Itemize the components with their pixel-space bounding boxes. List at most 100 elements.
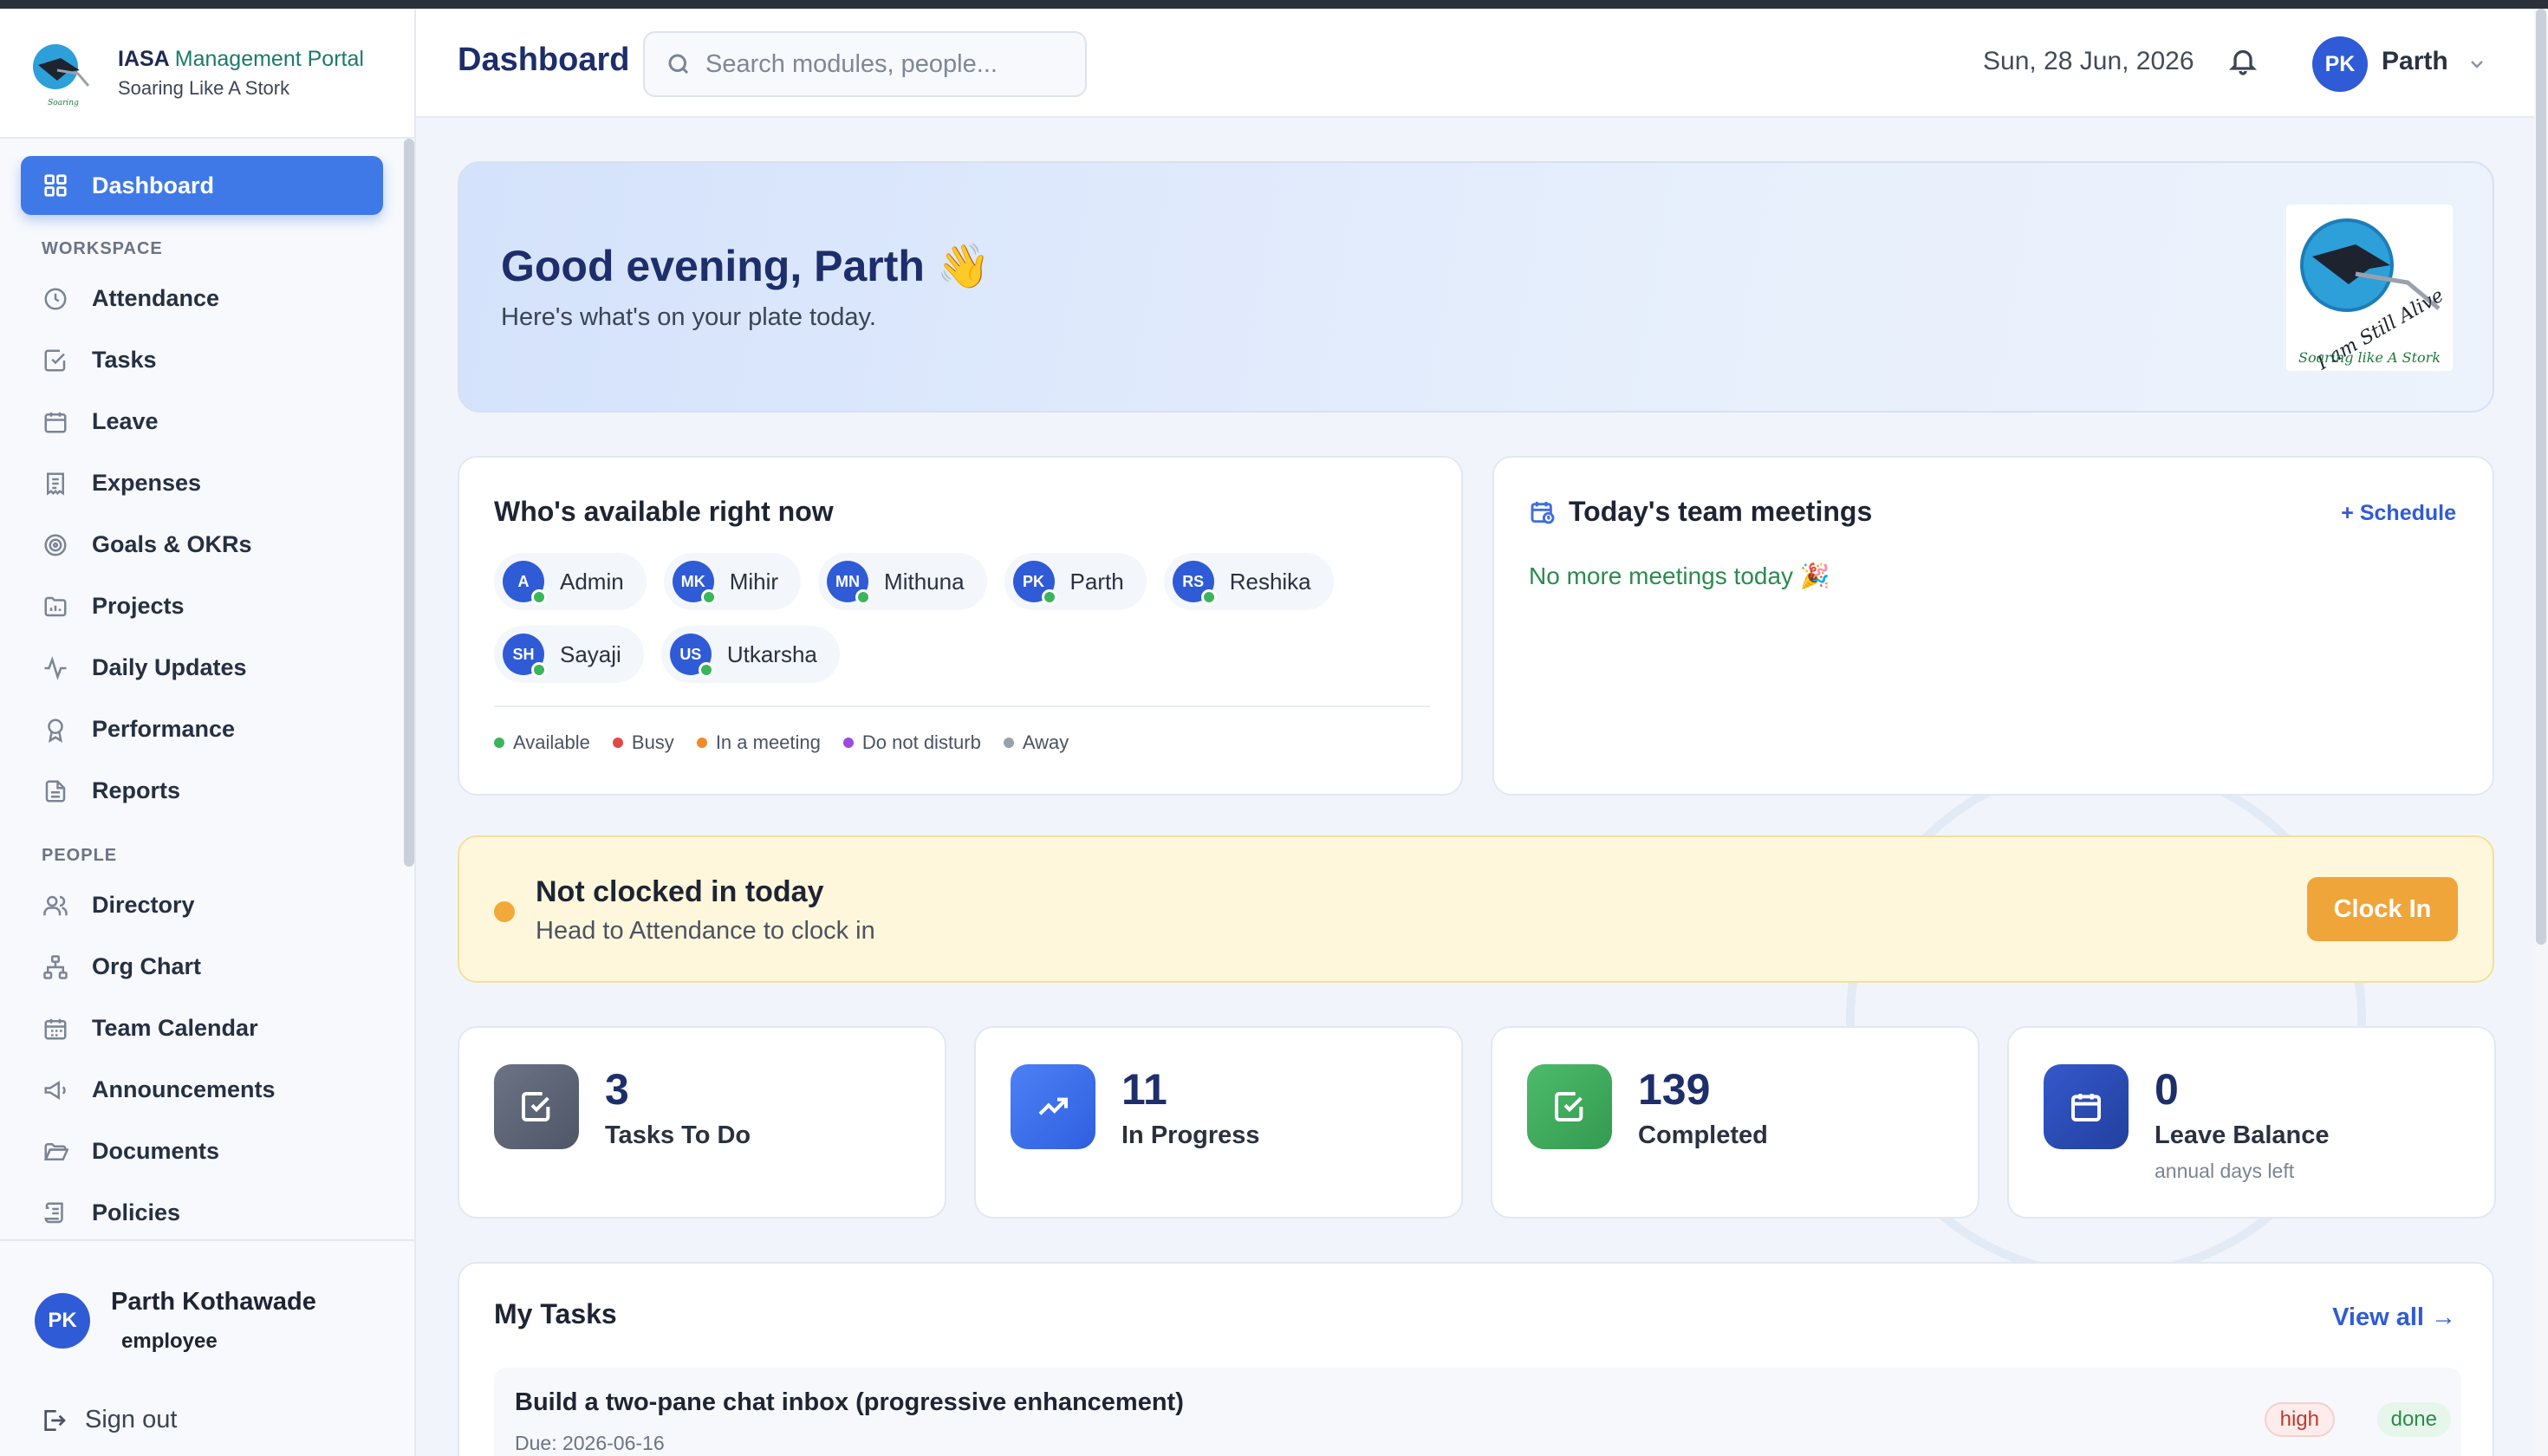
sidebar-item-attendance[interactable]: Attendance	[0, 268, 402, 329]
calendar-clock-icon	[1531, 501, 1555, 523]
brand-subtitle: Soaring Like A Stork	[118, 76, 290, 99]
sidebar-item-dashboard[interactable]: Dashboard	[21, 156, 383, 215]
sidebar-item-expenses[interactable]: Expenses	[0, 452, 402, 514]
log-out-icon	[44, 1409, 66, 1431]
stat-value: 0	[2155, 1065, 2179, 1114]
legend-item: Available	[494, 731, 590, 754]
schedule-button[interactable]: + Schedule	[2341, 501, 2456, 526]
stork-logo-icon: I am Still Alive Soaring like A Stork	[2286, 205, 2453, 375]
clock-icon	[42, 285, 69, 313]
legend-item: Do not disturb	[842, 731, 981, 754]
org-chart-icon	[42, 953, 69, 981]
sidebar-item-leave[interactable]: Leave	[0, 391, 402, 452]
availability-card: Who's available right now A Admin MK Mihir…	[458, 456, 1463, 796]
person-chip[interactable]: A Admin	[494, 553, 647, 610]
sign-out-label: Sign out	[85, 1406, 178, 1433]
availability-title: Who's available right now	[494, 496, 834, 527]
task-row[interactable]: Build a two-pane chat inbox (progressive…	[494, 1368, 2461, 1456]
search-input[interactable]	[705, 49, 1052, 79]
meetings-title: Today's team meetings	[1569, 496, 1873, 527]
person-chip[interactable]: MK Mihir	[663, 553, 802, 610]
receipt-icon	[42, 470, 69, 497]
legend-item: Busy	[612, 731, 674, 754]
svg-text:Soaring: Soaring	[48, 99, 79, 107]
sidebar-item-projects[interactable]: Projects	[0, 575, 402, 637]
status-dot	[531, 662, 547, 678]
stat-note: annual days left	[2155, 1160, 2295, 1182]
avatar: US	[669, 634, 714, 678]
sign-out-button[interactable]: Sign out	[40, 1406, 177, 1434]
legend-dot	[842, 738, 854, 748]
sidebar-item-label: Policies	[92, 1199, 181, 1225]
avatar: MK	[672, 561, 717, 605]
window-top-strip	[0, 0, 2548, 9]
sidebar-item-label: Projects	[92, 593, 185, 619]
sidebar-scrollbar[interactable]	[404, 139, 414, 867]
user-name: Parth Kothawade	[111, 1288, 316, 1316]
stat-card-in-progress[interactable]: 11 In Progress	[974, 1026, 1463, 1219]
clock-in-button[interactable]: Clock In	[2307, 877, 2458, 941]
availability-list: A Admin MK Mihir MN Mithuna PK Parth RS Reshi…	[494, 553, 1430, 683]
stat-label: In Progress	[1121, 1121, 1260, 1149]
sidebar-item-org-chart[interactable]: Org Chart	[0, 936, 402, 998]
sidebar-item-announcements[interactable]: Announcements	[0, 1059, 402, 1121]
sidebar-item-directory[interactable]: Directory	[0, 874, 402, 936]
avatar[interactable]: PK	[2312, 36, 2368, 92]
sidebar-item-label: Performance	[92, 716, 236, 742]
user-role: employee	[121, 1329, 218, 1353]
avatar: RS	[1172, 561, 1217, 605]
status-dot	[1041, 589, 1057, 605]
sidebar-item-label: Org Chart	[92, 953, 202, 979]
status-legend: Available Busy In a meeting Do not distu…	[494, 705, 1430, 754]
meetings-header: Today's team meetings	[1529, 496, 1872, 528]
main-content: Good evening, Parth 👋 Here's what's on y…	[416, 118, 2534, 1456]
notifications-button[interactable]	[2227, 45, 2262, 80]
check-square-icon	[494, 1064, 579, 1149]
sidebar-item-goals[interactable]: Goals & OKRs	[0, 514, 402, 575]
sidebar-item-tasks[interactable]: Tasks	[0, 329, 402, 391]
avatar[interactable]: PK	[35, 1293, 90, 1349]
person-chip[interactable]: US Utkarsha	[660, 626, 840, 683]
person-chip[interactable]: SH Sayaji	[494, 626, 644, 683]
sidebar-item-label: Attendance	[92, 285, 220, 311]
status-badge: done	[2376, 1402, 2451, 1437]
sidebar-item-documents[interactable]: Documents	[0, 1121, 402, 1182]
greeting-title: Good evening, Parth 👋	[501, 242, 991, 290]
stat-value: 139	[1638, 1065, 1711, 1114]
clock-in-banner: Not clocked in today Head to Attendance …	[458, 835, 2494, 983]
legend-dot	[1003, 738, 1014, 748]
brand-header[interactable]: Soaring IASA Management Portal Soaring L…	[0, 9, 414, 139]
page-scrollbar-thumb[interactable]	[2536, 9, 2546, 945]
stork-logo-icon: Soaring	[26, 36, 101, 110]
sidebar-item-performance[interactable]: Performance	[0, 699, 402, 760]
greeting-banner: Good evening, Parth 👋 Here's what's on y…	[458, 161, 2494, 413]
search-box[interactable]	[643, 31, 1087, 97]
my-tasks-card: My Tasks View all → Build a two-pane cha…	[458, 1262, 2494, 1456]
sidebar-user-card: PK Parth Kothawade employee Sign out	[0, 1239, 414, 1456]
sidebar: Soaring IASA Management Portal Soaring L…	[0, 9, 416, 1456]
stat-card-leave-balance[interactable]: 0 Leave Balance annual days left	[2007, 1026, 2496, 1219]
sidebar-item-label: Expenses	[92, 470, 202, 496]
stat-card-completed[interactable]: 139 Completed	[1491, 1026, 1979, 1219]
sidebar-item-reports[interactable]: Reports	[0, 760, 402, 822]
sidebar-item-daily-updates[interactable]: Daily Updates	[0, 637, 402, 699]
person-chip[interactable]: MN Mithuna	[818, 553, 987, 610]
task-title: Build a two-pane chat inbox (progressive…	[515, 1388, 1184, 1416]
person-chip[interactable]: PK Parth	[1004, 553, 1147, 610]
stat-card-tasks-todo[interactable]: 3 Tasks To Do	[458, 1026, 946, 1219]
person-chip[interactable]: RS Reshika	[1163, 553, 1334, 610]
check-square-icon	[42, 347, 69, 374]
grid-icon	[42, 172, 69, 199]
view-all-link[interactable]: View all →	[2332, 1303, 2456, 1332]
sidebar-item-policies[interactable]: Policies	[0, 1182, 402, 1239]
user-menu-name[interactable]: Parth	[2382, 47, 2448, 76]
avatar: PK	[1012, 561, 1057, 605]
status-dot	[1200, 589, 1217, 605]
sidebar-item-team-calendar[interactable]: Team Calendar	[0, 998, 402, 1059]
nav-section-workspace: WORKSPACE	[42, 239, 163, 258]
page-scrollbar[interactable]	[2534, 9, 2548, 1456]
target-icon	[42, 531, 69, 559]
page-title: Dashboard	[458, 42, 630, 78]
chevron-down-icon[interactable]	[2467, 54, 2487, 75]
sidebar-item-label: Dashboard	[92, 172, 215, 198]
